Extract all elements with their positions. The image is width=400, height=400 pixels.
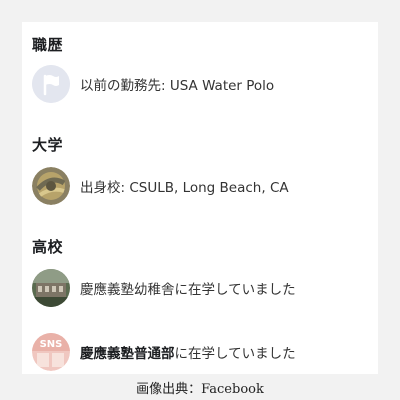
high-school-section-title: 高校 xyxy=(32,238,64,256)
university-section-title: 大学 xyxy=(32,136,64,154)
work-section-title: 職歴 xyxy=(32,36,64,54)
high-school-item-2[interactable]: SNS 慶應義塾普通部に在学していました xyxy=(32,332,370,372)
school-status-suffix: に在学していました xyxy=(174,346,296,362)
profile-about-card: 職歴 以前の勤務先: USA Water Polo 大学 出身校: CSULB,… xyxy=(22,22,378,374)
high-school-item-2-text: 慶應義塾普通部に在学していました xyxy=(80,342,296,362)
work-item-text: 以前の勤務先: USA Water Polo xyxy=(80,78,275,94)
sns-badge-icon: SNS xyxy=(32,333,70,371)
university-item-text: 出身校: CSULB, Long Beach, CA xyxy=(80,180,289,196)
image-source-caption: 画像出典：Facebook xyxy=(136,382,264,397)
work-item[interactable]: 以前の勤務先: USA Water Polo xyxy=(32,64,370,104)
sns-badge-text: SNS xyxy=(40,339,63,350)
university-item[interactable]: 出身校: CSULB, Long Beach, CA xyxy=(32,166,370,206)
school-photo-icon xyxy=(32,269,70,307)
school-photo-icon xyxy=(32,167,70,205)
high-school-item-1-text: 慶應義塾幼稚舎に在学していました xyxy=(80,282,296,298)
flag-icon xyxy=(32,65,70,103)
high-school-item-1[interactable]: 慶應義塾幼稚舎に在学していました xyxy=(32,268,370,308)
school-name-link[interactable]: 慶應義塾普通部 xyxy=(80,346,175,362)
